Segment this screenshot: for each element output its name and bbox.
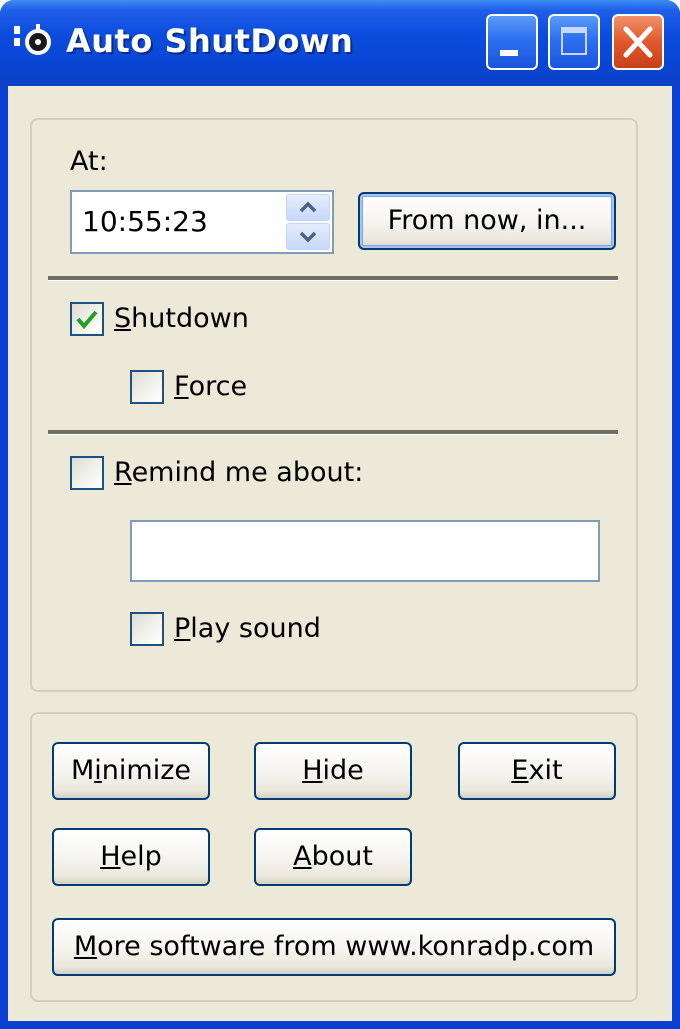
remind-mnemonic: R: [114, 457, 132, 488]
hide-label-rest: ide: [322, 755, 364, 786]
close-window-button[interactable]: [612, 14, 664, 70]
exit-label-rest: xit: [528, 755, 563, 786]
app-icon: [14, 24, 51, 55]
exit-button[interactable]: Exit: [458, 742, 616, 800]
about-label-rest: bout: [311, 841, 373, 872]
time-up-button[interactable]: [286, 194, 330, 221]
force-label[interactable]: Force: [174, 371, 247, 402]
hide-button[interactable]: Hide: [254, 742, 412, 800]
minimize-label-rest: nimize: [101, 755, 191, 786]
minimize-mnemonic: i: [94, 755, 102, 786]
chevron-up-icon: [299, 201, 317, 213]
title-bar[interactable]: Auto ShutDown: [0, 0, 680, 86]
minimize-label-pre: M: [70, 755, 95, 786]
client-area: At: 10:55:23 From now, in... Shutdown Fo…: [8, 86, 672, 1021]
reminder-text-input[interactable]: [130, 520, 600, 582]
time-down-button[interactable]: [286, 223, 330, 250]
force-mnemonic: F: [174, 371, 189, 402]
close-icon: [623, 26, 653, 58]
play-sound-mnemonic: P: [174, 613, 191, 644]
maximize-window-button[interactable]: [548, 14, 600, 70]
play-sound-checkbox[interactable]: [130, 612, 164, 646]
play-sound-label-rest: lay sound: [190, 613, 321, 644]
about-mnemonic: A: [293, 841, 312, 872]
more-software-button[interactable]: More software from www.konradp.com: [52, 918, 616, 976]
play-sound-label[interactable]: Play sound: [174, 613, 321, 644]
help-mnemonic: H: [100, 841, 121, 872]
time-value[interactable]: 10:55:23: [82, 205, 208, 238]
hide-mnemonic: H: [302, 755, 323, 786]
from-now-button[interactable]: From now, in...: [358, 192, 616, 250]
shutdown-label-rest: hutdown: [131, 303, 249, 334]
force-checkbox[interactable]: [130, 370, 164, 404]
help-button[interactable]: Help: [52, 828, 210, 886]
maximize-icon: [561, 27, 587, 55]
separator: [48, 276, 618, 281]
checkmark-icon: [76, 310, 98, 330]
shutdown-checkbox[interactable]: [70, 302, 104, 336]
shutdown-label[interactable]: Shutdown: [114, 303, 249, 334]
shutdown-mnemonic: S: [114, 303, 132, 334]
exit-mnemonic: E: [511, 755, 529, 786]
more-mnemonic: M: [73, 931, 98, 962]
about-button[interactable]: About: [254, 828, 412, 886]
minimize-icon: [500, 50, 518, 56]
minimize-button[interactable]: Minimize: [52, 742, 210, 800]
at-label: At:: [70, 146, 108, 177]
more-label-rest: ore software from www.konradp.com: [97, 931, 595, 962]
force-label-rest: orce: [188, 371, 248, 402]
app-window: Auto ShutDown At: 10:55:23 From now, in.…: [0, 0, 680, 1029]
separator: [48, 430, 618, 435]
remind-label-rest: emind me about:: [131, 457, 364, 488]
chevron-down-icon: [299, 231, 317, 243]
help-label-rest: elp: [120, 841, 162, 872]
minimize-window-button[interactable]: [486, 14, 538, 70]
time-picker[interactable]: 10:55:23: [70, 190, 334, 254]
time-spinner: [286, 194, 330, 250]
remind-checkbox[interactable]: [70, 456, 104, 490]
window-title: Auto ShutDown: [66, 22, 354, 60]
remind-label[interactable]: Remind me about:: [114, 457, 363, 488]
